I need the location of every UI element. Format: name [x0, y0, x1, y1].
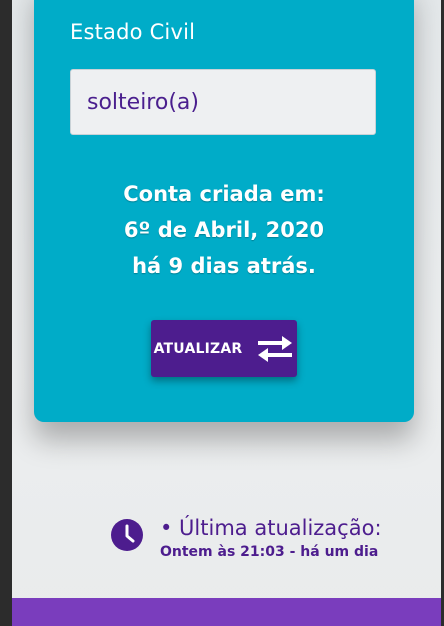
- last-update: • Última atualização: Ontem às 21:03 - h…: [110, 516, 430, 566]
- swap-arrows-icon: [258, 335, 293, 362]
- marital-status-field[interactable]: [70, 69, 376, 135]
- marital-status-label: Estado Civil: [70, 20, 196, 44]
- clock-icon: [111, 519, 143, 551]
- last-update-title: • Última atualização:: [160, 516, 382, 540]
- bottom-bar: [12, 598, 441, 626]
- update-button[interactable]: ATUALIZAR: [151, 320, 297, 377]
- app-frame: Estado Civil Conta criada em: 6º de Abri…: [0, 0, 444, 626]
- page: Estado Civil Conta criada em: 6º de Abri…: [12, 0, 441, 626]
- last-update-detail: Ontem às 21:03 - há um dia: [160, 544, 379, 560]
- profile-card: Estado Civil Conta criada em: 6º de Abri…: [34, 0, 414, 422]
- account-created-ago: há 9 dias atrás.: [132, 254, 316, 278]
- update-button-label: ATUALIZAR: [153, 340, 243, 357]
- account-created-info: Conta criada em: 6º de Abril, 2020 há 9 …: [34, 176, 414, 284]
- account-created-heading: Conta criada em:: [123, 182, 325, 206]
- account-created-date: 6º de Abril, 2020: [123, 218, 325, 242]
